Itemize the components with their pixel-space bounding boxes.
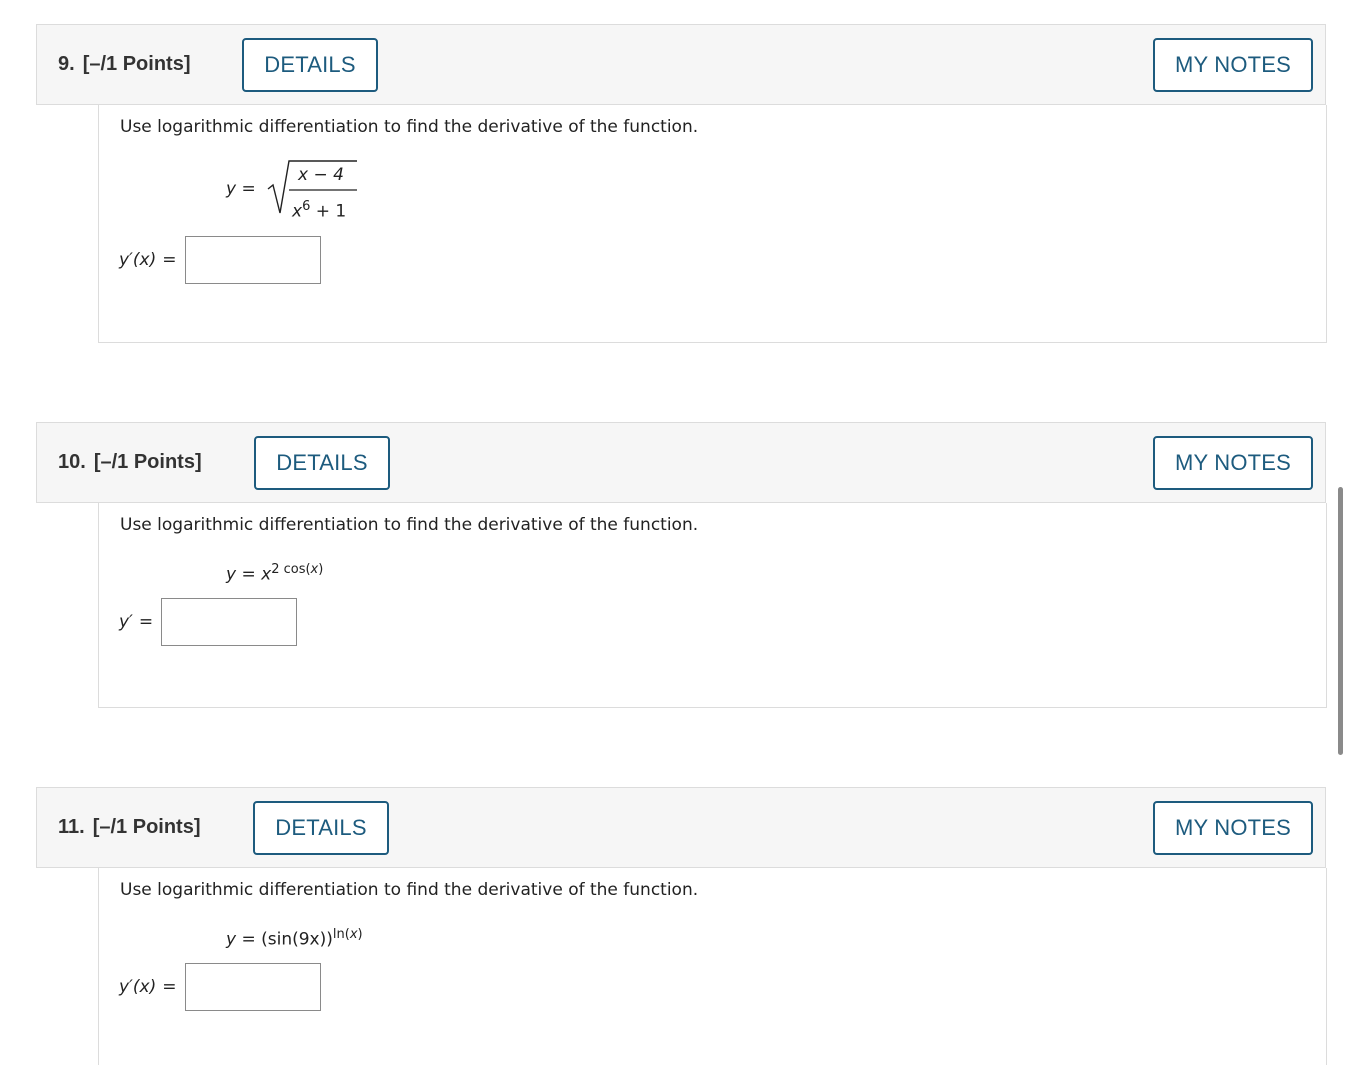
answer-row: y′(x) =: [119, 236, 321, 284]
details-button[interactable]: DETAILS: [254, 436, 390, 490]
question-9-body: Use logarithmic differentiation to find …: [98, 105, 1327, 343]
question-11-body: Use logarithmic differentiation to find …: [98, 868, 1327, 1065]
question-prompt: Use logarithmic differentiation to find …: [120, 515, 699, 535]
answer-label: y′(x): [119, 250, 157, 270]
my-notes-button[interactable]: MY NOTES: [1153, 38, 1313, 92]
question-prompt: Use logarithmic differentiation to find …: [120, 880, 699, 900]
answer-equals: =: [162, 977, 177, 997]
question-11-header: 11. [–/1 Points] DETAILS MY NOTES: [36, 787, 1326, 868]
question-10-body: Use logarithmic differentiation to find …: [98, 503, 1327, 708]
answer-row: y′ =: [119, 598, 298, 646]
answer-input[interactable]: [184, 963, 321, 1011]
answer-input[interactable]: [161, 598, 298, 646]
my-notes-button[interactable]: MY NOTES: [1153, 801, 1313, 855]
fraction-numerator: x − 4: [298, 165, 344, 185]
question-points: [–/1 Points]: [93, 451, 202, 473]
my-notes-button[interactable]: MY NOTES: [1153, 436, 1313, 490]
question-9-header: 9. [–/1 Points] DETAILS MY NOTES: [36, 24, 1326, 105]
function-expression: y = (sin(9x))ln(x): [226, 927, 363, 950]
vertical-scrollbar[interactable]: [1338, 487, 1343, 755]
question-points: [–/1 Points]: [82, 53, 191, 75]
answer-equals: =: [162, 250, 177, 270]
answer-label: y′(x): [119, 977, 157, 997]
answer-equals: =: [138, 612, 154, 632]
function-expression: y = x2 cos(x): [226, 562, 324, 585]
question-prompt: Use logarithmic differentiation to find …: [120, 117, 699, 137]
answer-row: y′(x) =: [119, 963, 321, 1011]
fraction-denominator: x6 + 1: [292, 199, 347, 222]
question-number: 10. [–/1 Points]: [58, 451, 202, 473]
question-10-header: 10. [–/1 Points] DETAILS MY NOTES: [36, 422, 1326, 503]
details-button[interactable]: DETAILS: [253, 801, 389, 855]
answer-input[interactable]: [184, 236, 321, 284]
question-points: [–/1 Points]: [92, 816, 201, 838]
question-number: 9. [–/1 Points]: [58, 53, 191, 75]
details-button[interactable]: DETAILS: [242, 38, 378, 92]
function-lhs: y =: [226, 179, 256, 199]
answer-label: y′: [119, 612, 133, 632]
question-number: 11. [–/1 Points]: [58, 816, 201, 838]
